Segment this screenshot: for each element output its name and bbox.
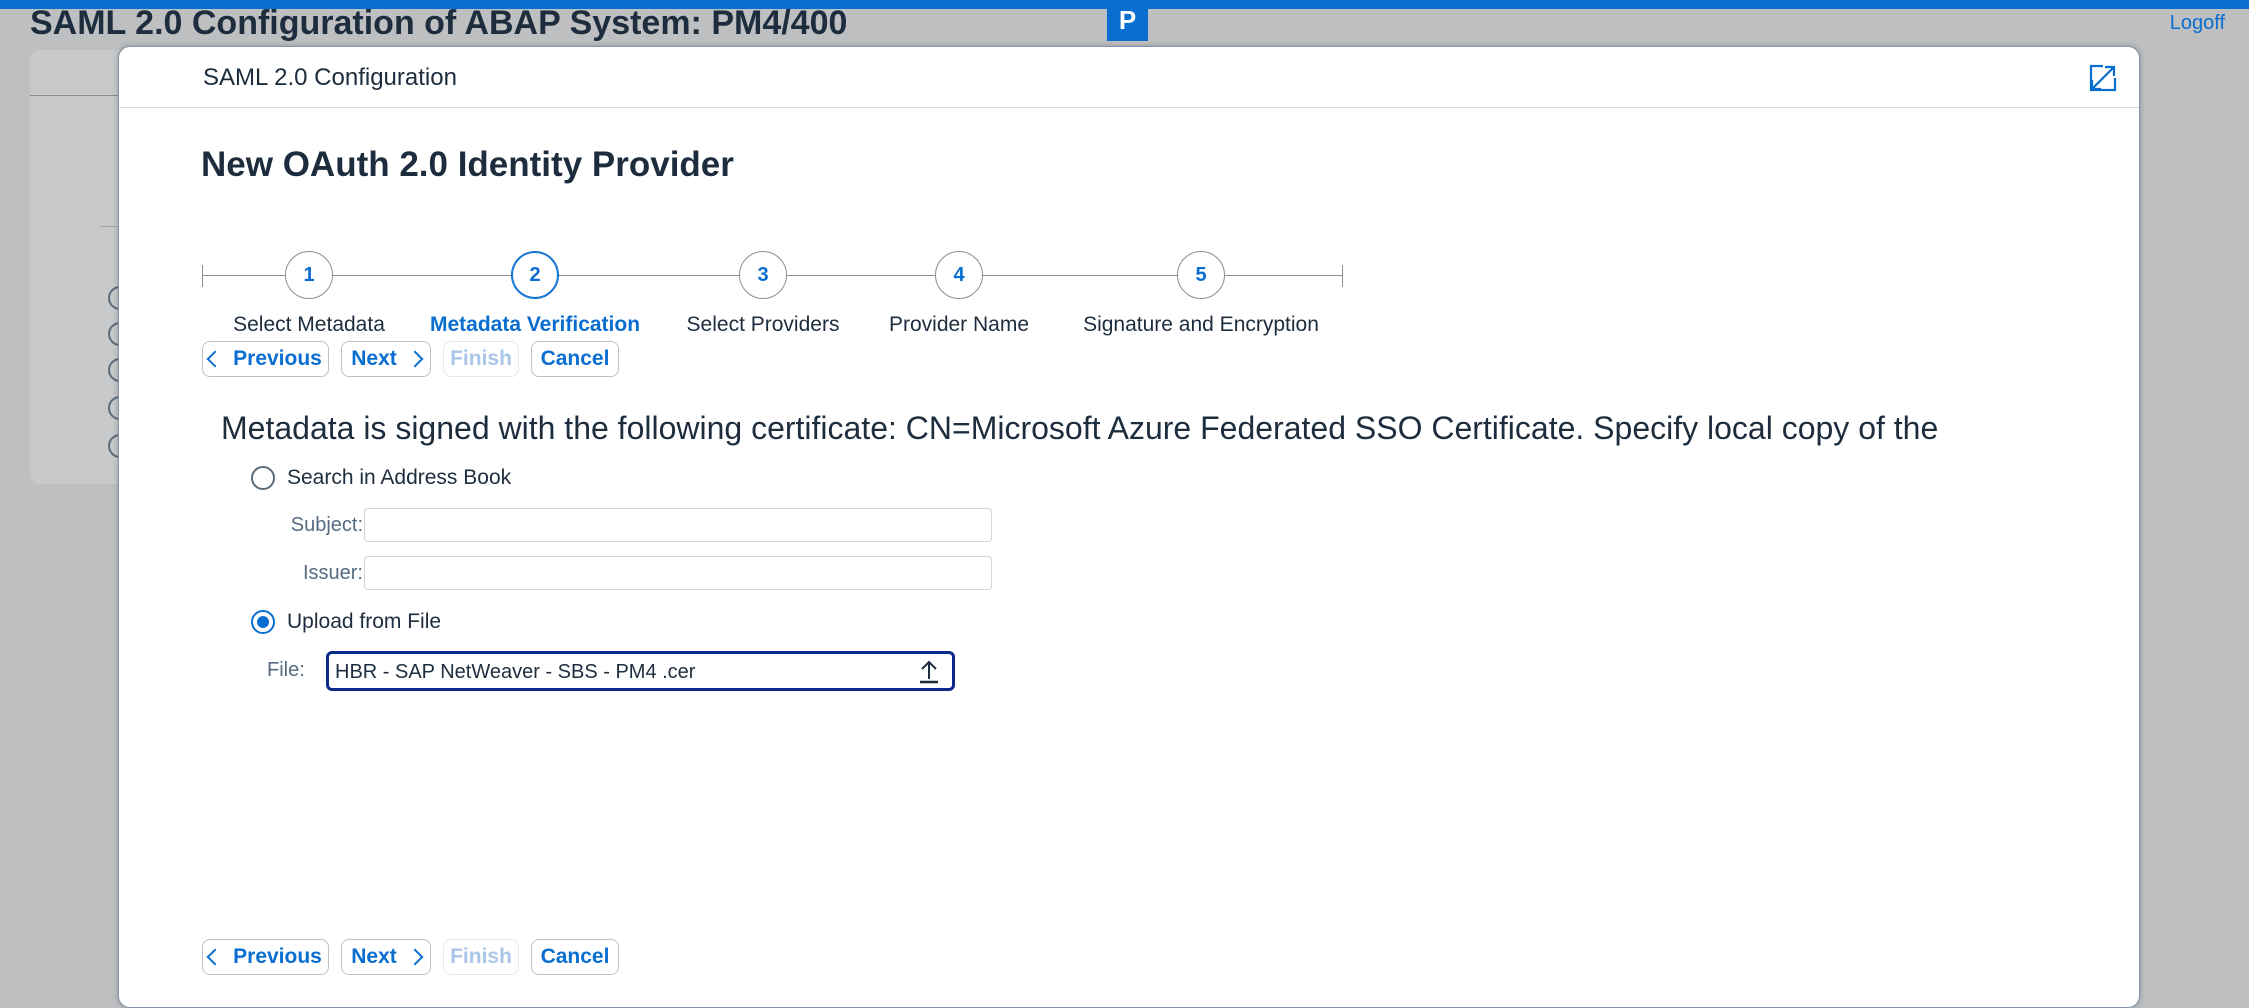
certificate-info-text: Metadata is signed with the following ce…	[221, 410, 1939, 446]
file-name-value: HBR - SAP NetWeaver - SBS - PM4 .cer	[335, 661, 696, 683]
step-label: Metadata Verification	[429, 313, 641, 336]
search-address-book-radio[interactable]	[251, 466, 275, 490]
app-logo-icon: P	[1107, 0, 1148, 41]
wizard-step-1[interactable]: 1 Select Metadata	[189, 229, 429, 337]
cancel-button[interactable]: Cancel	[531, 939, 619, 975]
wizard-step-4[interactable]: 4 Provider Name	[839, 229, 1079, 337]
stepper-end-cap	[1342, 265, 1343, 287]
chevron-right-icon	[406, 350, 424, 368]
cancel-button[interactable]: Cancel	[531, 341, 619, 377]
step-number: 3	[739, 251, 787, 299]
upload-icon[interactable]	[918, 660, 940, 684]
upload-from-file-radio[interactable]	[251, 610, 275, 634]
file-label: File:	[267, 659, 305, 681]
step-number: 1	[285, 251, 333, 299]
step-label: Signature and Encryption	[1083, 313, 1319, 336]
file-upload-input[interactable]: HBR - SAP NetWeaver - SBS - PM4 .cer	[326, 651, 955, 691]
expand-icon[interactable]	[2089, 64, 2117, 92]
subject-label: Subject:	[290, 514, 363, 536]
step-number: 5	[1177, 251, 1225, 299]
subject-input[interactable]	[364, 508, 992, 542]
logoff-link[interactable]: Logoff	[2170, 12, 2225, 35]
issuer-label: Issuer:	[302, 562, 363, 584]
chevron-right-icon	[406, 948, 424, 966]
previous-button[interactable]: Previous	[202, 939, 329, 975]
chevron-left-icon	[206, 350, 224, 368]
finish-button[interactable]: Finish	[443, 939, 519, 975]
wizard-stepper: 1 Select Metadata 2 Metadata Verificatio…	[202, 229, 1344, 336]
dialog-header: SAML 2.0 Configuration	[119, 47, 2139, 108]
next-button[interactable]: Next	[341, 939, 431, 975]
step-label: Select Metadata	[233, 313, 385, 336]
issuer-input[interactable]	[364, 556, 992, 590]
wizard-heading: New OAuth 2.0 Identity Provider	[201, 145, 734, 184]
finish-button[interactable]: Finish	[443, 341, 519, 377]
upload-from-file-label[interactable]: Upload from File	[287, 610, 441, 634]
dialog-title: SAML 2.0 Configuration	[203, 64, 457, 91]
step-number: 4	[935, 251, 983, 299]
chevron-left-icon	[206, 948, 224, 966]
step-number: 2	[511, 251, 559, 299]
wizard-step-5[interactable]: 5 Signature and Encryption	[1081, 229, 1321, 337]
search-address-book-label[interactable]: Search in Address Book	[287, 466, 511, 490]
saml-config-dialog: SAML 2.0 Configuration New OAuth 2.0 Ide…	[118, 46, 2140, 1008]
step-label: Provider Name	[888, 313, 1030, 336]
next-button[interactable]: Next	[341, 341, 431, 377]
page-title: SAML 2.0 Configuration of ABAP System: P…	[30, 4, 848, 42]
previous-button[interactable]: Previous	[202, 341, 329, 377]
wizard-step-2[interactable]: 2 Metadata Verification	[415, 229, 655, 337]
